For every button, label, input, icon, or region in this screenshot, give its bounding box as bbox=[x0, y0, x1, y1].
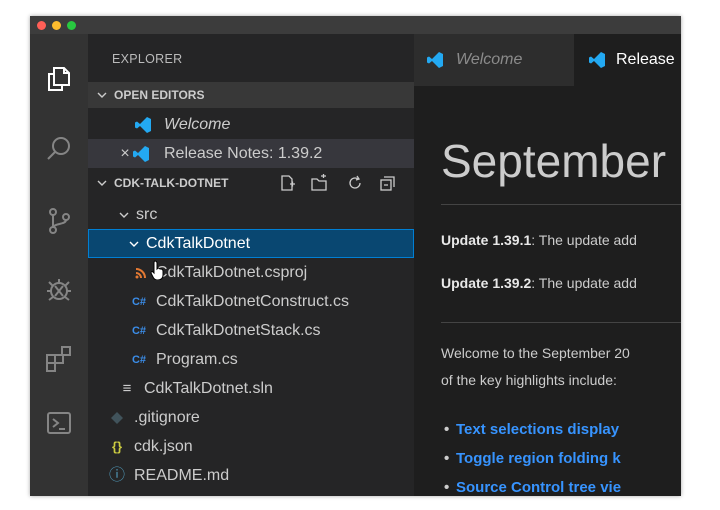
tree-file-construct[interactable]: C# CdkTalkDotnetConstruct.cs bbox=[88, 287, 414, 316]
info-icon: ⓘ bbox=[108, 467, 125, 484]
tree-file-stack[interactable]: C# CdkTalkDotnetStack.cs bbox=[88, 316, 414, 345]
open-editors-label: OPEN EDITORS bbox=[114, 88, 205, 102]
tree-file-program[interactable]: C# Program.cs bbox=[88, 345, 414, 374]
debug-icon[interactable] bbox=[44, 274, 74, 304]
rss-icon bbox=[135, 268, 146, 279]
open-editor-release-notes[interactable]: × Release Notes: 1.39.2 bbox=[88, 139, 414, 168]
editor-tab-bar: Welcome Release bbox=[414, 34, 681, 86]
collapse-all-icon[interactable] bbox=[378, 174, 396, 192]
vscode-window: EXPLORER OPEN EDITORS Welcome × Release … bbox=[30, 16, 681, 496]
open-editor-label: Welcome bbox=[164, 116, 231, 133]
tree-item-label: CdkTalkDotnetConstruct.cs bbox=[156, 293, 349, 310]
divider bbox=[441, 322, 681, 323]
vscode-logo-icon bbox=[589, 52, 605, 68]
update-1-title: Update 1.39.1 bbox=[441, 232, 532, 248]
maximize-window-button[interactable] bbox=[67, 21, 76, 30]
tree-item-label: .gitignore bbox=[134, 409, 200, 426]
vscode-logo-icon bbox=[427, 52, 443, 68]
project-header[interactable]: CDK-TALK-DOTNET bbox=[88, 170, 414, 196]
highlight-link-3[interactable]: Source Control tree vie bbox=[444, 479, 621, 496]
update-2-title: Update 1.39.2 bbox=[441, 275, 532, 291]
tree-file-csproj[interactable]: CdkTalkDotnet.csproj bbox=[88, 258, 414, 287]
tree-folder-src[interactable]: src bbox=[88, 200, 414, 229]
tree-item-label: CdkTalkDotnetStack.cs bbox=[156, 322, 321, 339]
csharp-icon: C# bbox=[131, 296, 147, 308]
vscode-logo-icon bbox=[133, 146, 149, 162]
hand-cursor-icon bbox=[150, 260, 164, 280]
tree-item-label: cdk.json bbox=[134, 438, 193, 455]
csharp-icon: C# bbox=[131, 325, 147, 337]
tab-label: Welcome bbox=[456, 51, 523, 68]
update-2-text: : The update add bbox=[531, 275, 637, 291]
release-notes-heading: September bbox=[441, 135, 667, 187]
tab-welcome[interactable]: Welcome bbox=[414, 34, 574, 86]
minimize-window-button[interactable] bbox=[52, 21, 61, 30]
tree-item-label: CdkTalkDotnet.csproj bbox=[156, 264, 308, 281]
tab-label: Release bbox=[616, 51, 675, 68]
chevron-down-icon bbox=[119, 212, 129, 218]
open-editor-label: Release Notes: 1.39.2 bbox=[164, 145, 323, 162]
highlight-link-1[interactable]: Text selections display bbox=[444, 421, 619, 438]
vscode-logo-icon bbox=[135, 117, 151, 133]
chevron-down-icon bbox=[129, 241, 139, 247]
open-editor-welcome[interactable]: Welcome bbox=[88, 110, 414, 139]
tree-folder-cdktalkdotnet[interactable]: CdkTalkDotnet bbox=[88, 229, 414, 258]
welcome-line-2: of the key highlights include: bbox=[441, 372, 617, 388]
release-notes-editor: September Update 1.39.1: The update add … bbox=[414, 86, 681, 496]
tree-file-sln[interactable]: ≡ CdkTalkDotnet.sln bbox=[88, 374, 414, 403]
source-control-icon[interactable] bbox=[44, 206, 74, 236]
lines-icon: ≡ bbox=[122, 380, 132, 397]
tree-file-gitignore[interactable]: .gitignore bbox=[88, 403, 414, 432]
tree-item-label: CdkTalkDotnet bbox=[146, 235, 251, 252]
extensions-icon[interactable] bbox=[44, 344, 74, 374]
tree-file-cdkjson[interactable]: {} cdk.json bbox=[88, 432, 414, 461]
csharp-icon: C# bbox=[131, 354, 147, 366]
tree-file-readme[interactable]: ⓘ README.md bbox=[88, 461, 414, 490]
diamond-icon bbox=[111, 412, 123, 424]
tree-item-label: README.md bbox=[134, 467, 230, 484]
welcome-line-1: Welcome to the September 20 bbox=[441, 345, 630, 361]
explorer-title: EXPLORER bbox=[112, 52, 183, 66]
divider bbox=[441, 204, 681, 205]
braces-icon: {} bbox=[111, 439, 123, 454]
tree-item-label: Program.cs bbox=[156, 351, 238, 368]
search-icon[interactable] bbox=[44, 134, 74, 164]
open-editors-header[interactable]: OPEN EDITORS bbox=[88, 82, 414, 108]
explorer-icon[interactable] bbox=[44, 64, 74, 94]
title-bar bbox=[30, 16, 681, 34]
project-label: CDK-TALK-DOTNET bbox=[114, 176, 229, 190]
explorer-sidebar: EXPLORER OPEN EDITORS Welcome × Release … bbox=[88, 34, 414, 496]
terminal-icon[interactable] bbox=[44, 408, 74, 438]
tree-item-label: CdkTalkDotnet.sln bbox=[144, 380, 273, 397]
chevron-down-icon bbox=[97, 92, 107, 98]
activity-bar bbox=[30, 34, 88, 496]
new-file-icon[interactable] bbox=[278, 174, 296, 192]
tab-release-notes[interactable]: Release bbox=[574, 34, 681, 86]
tree-item-label: src bbox=[136, 206, 158, 223]
close-window-button[interactable] bbox=[37, 21, 46, 30]
new-folder-icon[interactable] bbox=[310, 174, 328, 192]
update-1-paragraph: Update 1.39.1: The update add bbox=[441, 232, 637, 248]
refresh-icon[interactable] bbox=[346, 174, 364, 192]
update-2-paragraph: Update 1.39.2: The update add bbox=[441, 275, 637, 291]
highlight-link-2[interactable]: Toggle region folding k bbox=[444, 450, 621, 467]
chevron-down-icon bbox=[97, 180, 107, 186]
update-1-text: : The update add bbox=[531, 232, 637, 248]
